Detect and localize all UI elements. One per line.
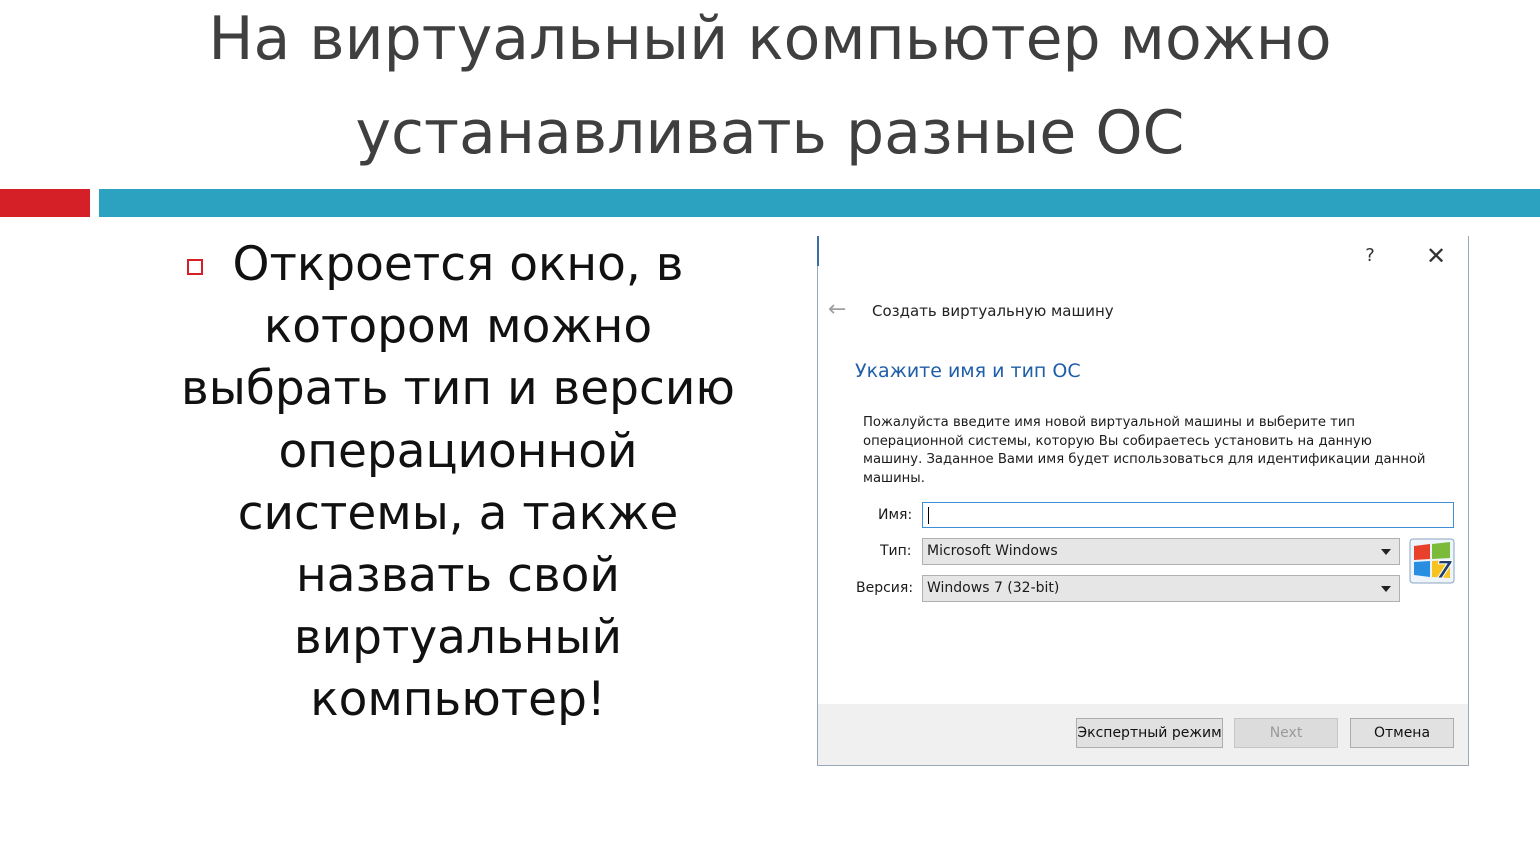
version-select-value: Windows 7 (32-bit) — [927, 580, 1060, 596]
name-label: Имя: — [878, 507, 913, 523]
os-badge-text: 7 — [1436, 556, 1453, 584]
accent-bar-teal — [99, 189, 1540, 217]
bullet-line: системы, а также — [237, 485, 679, 541]
bullet-line: Откроется окно, в — [232, 237, 684, 292]
version-label: Версия: — [856, 580, 914, 596]
bullet-text: Откроется окно, в котором можно выбрать … — [168, 234, 748, 732]
accent-bar-red — [0, 189, 90, 217]
bullet-line: операционной — [278, 423, 638, 479]
help-button[interactable]: ? — [1358, 244, 1382, 268]
slide-title: На виртуальный компьютер можно устанавли… — [0, 0, 1540, 180]
slide-title-line: На виртуальный компьютер можно — [208, 4, 1332, 74]
windows-7-icon: 7 — [1409, 538, 1455, 584]
bullet-line: компьютер! — [310, 672, 606, 728]
bullet-line: котором можно — [263, 299, 653, 355]
description-line: машину. Заданное Вами имя будет использо… — [863, 452, 1426, 467]
description-line: операционной системы, которую Вы собирае… — [863, 433, 1372, 449]
bullet-line: выбрать тип и версию — [181, 361, 735, 417]
description-line: машины. — [863, 470, 925, 486]
chevron-down-icon — [1381, 549, 1391, 555]
name-input[interactable] — [922, 502, 1454, 528]
create-vm-dialog: ? ✕ ← Создать виртуальную машину Укажите… — [817, 236, 1469, 766]
cancel-button[interactable]: Отмена — [1350, 718, 1454, 748]
expert-mode-button[interactable]: Экспертный режим — [1076, 718, 1223, 748]
slide-title-line: устанавливать разные ОС — [355, 98, 1185, 168]
type-label: Тип: — [880, 543, 912, 559]
type-select[interactable]: Microsoft Windows — [922, 538, 1400, 565]
type-select-value: Microsoft Windows — [927, 543, 1058, 559]
version-select[interactable]: Windows 7 (32-bit) — [922, 575, 1400, 602]
section-heading: Укажите имя и тип ОС — [855, 360, 1081, 382]
chevron-down-icon — [1381, 586, 1391, 592]
bullet-line: виртуальный — [293, 610, 623, 666]
wizard-title: Создать виртуальную машину — [872, 302, 1114, 320]
back-arrow-icon[interactable]: ← — [828, 298, 846, 322]
bullet-line: назвать свой — [296, 548, 620, 604]
description-line: Пожалуйста введите имя новой виртуальной… — [863, 415, 1356, 430]
next-button[interactable]: Next — [1234, 718, 1338, 748]
text-cursor — [928, 507, 929, 524]
window-edge — [817, 236, 819, 266]
description-text: Пожалуйста введите имя новой виртуальной… — [863, 414, 1458, 488]
close-button[interactable]: ✕ — [1422, 242, 1450, 270]
